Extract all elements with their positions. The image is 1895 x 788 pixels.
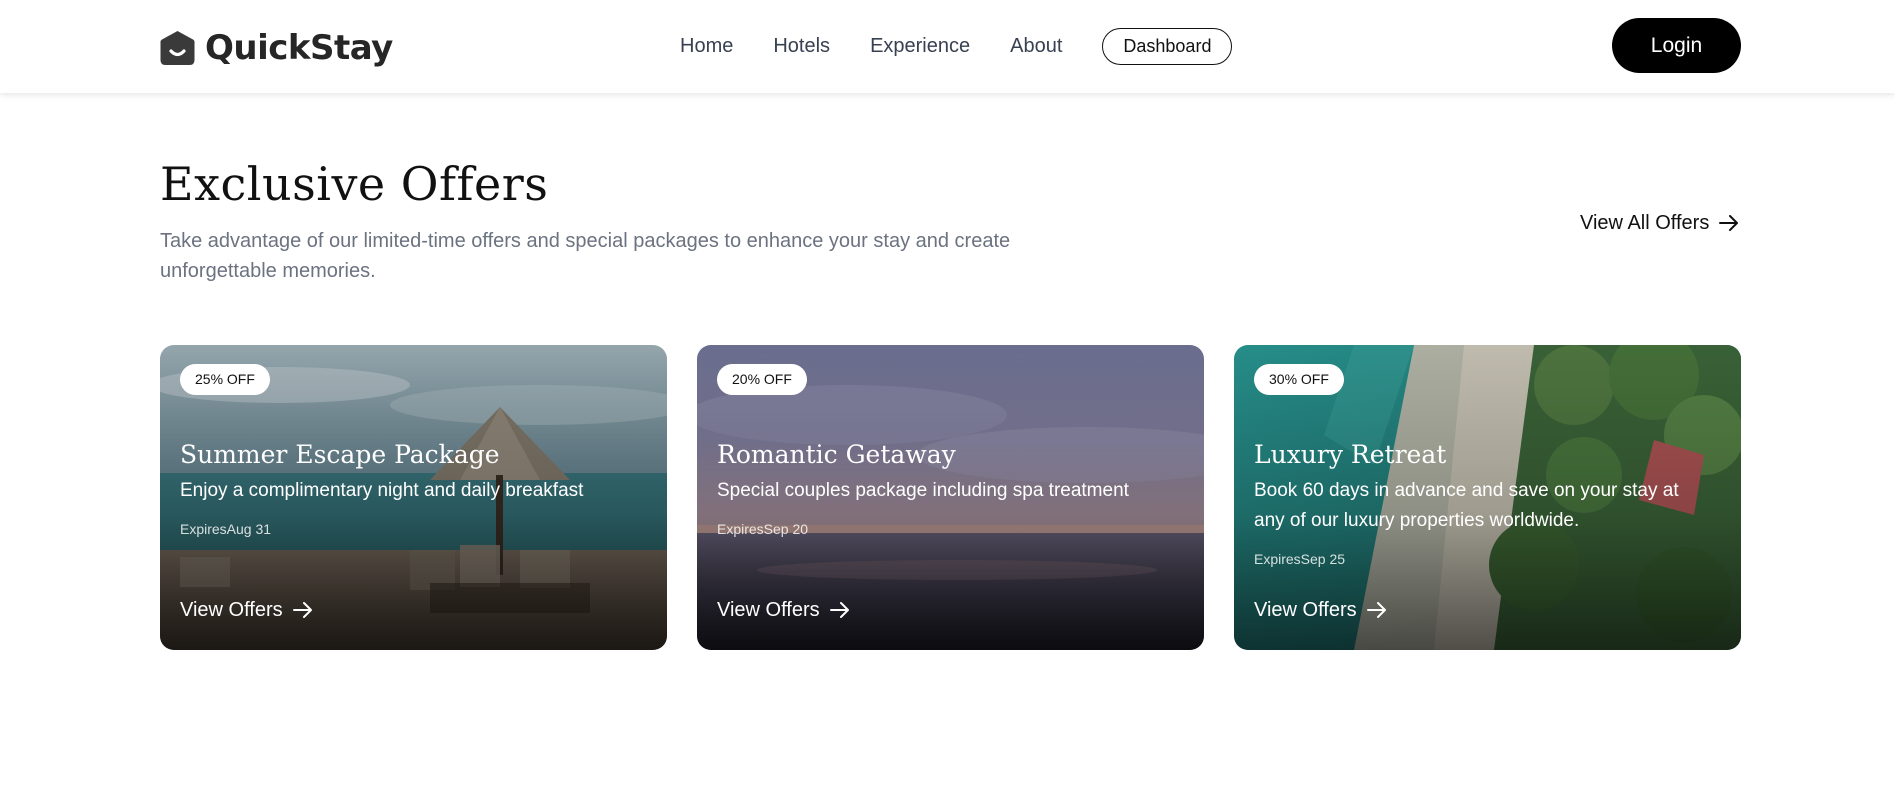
section-description: Take advantage of our limited-time offer… (160, 230, 1011, 282)
view-offers-label: View Offers (717, 598, 820, 621)
nav-experience[interactable]: Experience (870, 35, 970, 58)
view-offers-link[interactable]: View Offers (717, 597, 850, 623)
offer-expiry: ExpiresSep 25 (1254, 551, 1346, 567)
brand-logo[interactable]: QuickStay (160, 28, 393, 68)
offer-expiry: ExpiresAug 31 (180, 521, 272, 537)
view-offers-label: View Offers (1254, 598, 1357, 621)
offer-description: Book 60 days in advance and save on your… (1254, 480, 1679, 531)
offer-expiry: ExpiresSep 20 (717, 521, 809, 537)
logo-icon (160, 31, 195, 65)
offer-description: Special couples package including spa tr… (717, 480, 1129, 501)
view-all-offers-label: View All Offers (1580, 211, 1710, 234)
login-button[interactable]: Login (1612, 18, 1741, 73)
offer-card: 25% OFF Summer Escape Package Enjoy a co… (160, 345, 667, 650)
offer-title: Luxury Retreat (1254, 440, 1447, 469)
dashboard-button[interactable]: Dashboard (1102, 27, 1233, 65)
navbar: QuickStay Home Hotels Experience About D… (0, 0, 1895, 93)
discount-badge: 30% OFF (1254, 364, 1344, 395)
section-title: Exclusive Offers (160, 157, 549, 211)
nav-home[interactable]: Home (680, 35, 733, 58)
brand-name: QuickStay (205, 28, 393, 68)
view-offers-label: View Offers (180, 598, 283, 621)
offer-description: Enjoy a complimentary night and daily br… (180, 480, 584, 501)
nav-about[interactable]: About (1010, 35, 1062, 58)
view-all-offers-link[interactable]: View All Offers (1580, 208, 1739, 238)
nav-hotels[interactable]: Hotels (773, 35, 830, 58)
arrow-right-icon (829, 602, 849, 618)
arrow-right-icon (1719, 215, 1739, 231)
view-offers-link[interactable]: View Offers (180, 597, 313, 623)
arrow-right-icon (1366, 602, 1386, 618)
discount-badge: 20% OFF (717, 364, 807, 395)
offer-card: 30% OFF Luxury Retreat Book 60 days in a… (1234, 345, 1741, 650)
view-offers-link[interactable]: View Offers (1254, 597, 1387, 623)
offer-title: Summer Escape Package (180, 440, 500, 469)
offer-title: Romantic Getaway (717, 440, 956, 469)
arrow-right-icon (292, 602, 312, 618)
main-nav: Home Hotels Experience About Dashboard (680, 27, 1233, 65)
offer-card: 20% OFF Romantic Getaway Special couples… (697, 345, 1204, 650)
discount-badge: 25% OFF (180, 364, 270, 395)
